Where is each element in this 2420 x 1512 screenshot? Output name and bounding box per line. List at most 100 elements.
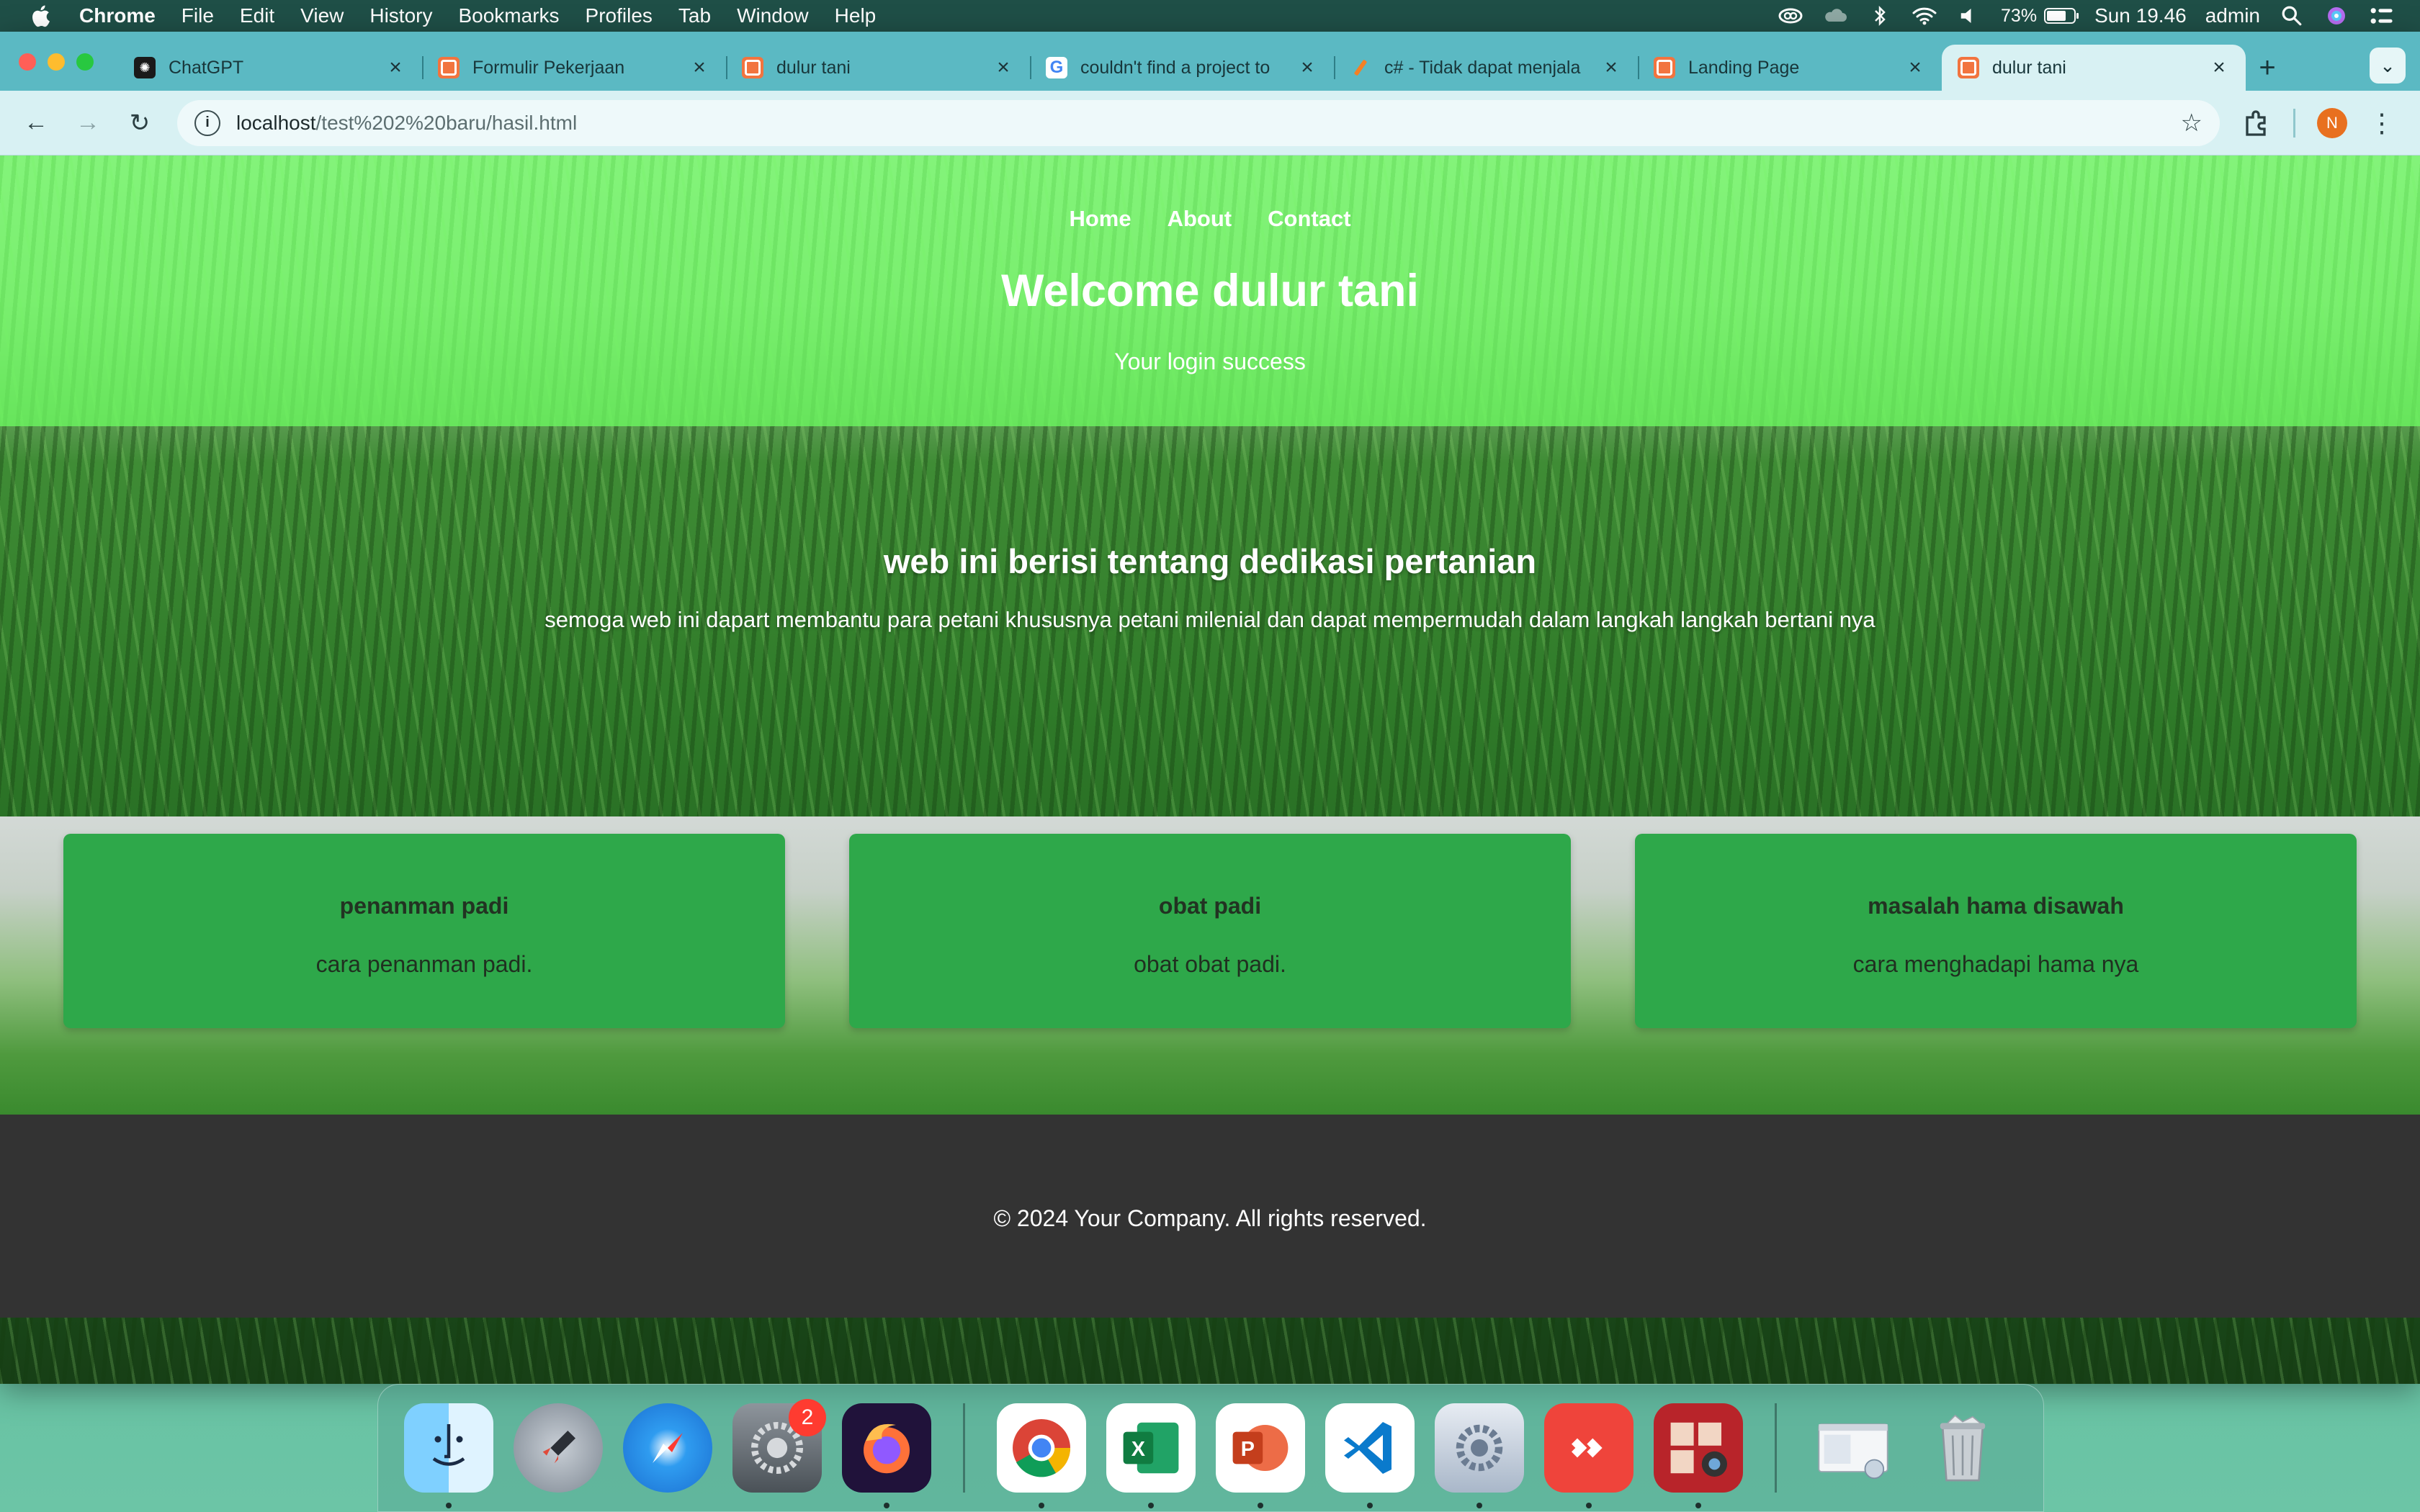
tab-title: ChatGPT [169, 57, 244, 78]
new-tab-button[interactable]: + [2246, 45, 2289, 91]
forward-arrow-icon[interactable]: → [66, 102, 109, 145]
dock-firefox[interactable] [842, 1403, 931, 1508]
tab-close-icon[interactable]: × [385, 55, 406, 79]
menu-edit[interactable]: Edit [240, 4, 274, 27]
tab-close-icon[interactable]: × [992, 55, 1014, 79]
dock-chrome[interactable] [997, 1403, 1086, 1508]
svg-text:P: P [1241, 1438, 1255, 1461]
tab-google-search[interactable]: G couldn't find a project to × [1030, 45, 1334, 91]
siri-icon[interactable] [2323, 5, 2349, 27]
running-indicator [1258, 1503, 1263, 1508]
extensions-puzzle-icon[interactable] [2240, 107, 2272, 139]
preview-window-icon [1809, 1403, 1898, 1493]
tab-list: ✺ ChatGPT × Formulir Pekerjaan × dulur t… [118, 45, 2289, 91]
running-indicator [1476, 1503, 1482, 1508]
running-indicator [1148, 1503, 1154, 1508]
tab-close-icon[interactable]: × [2208, 55, 2230, 79]
dock-safari[interactable] [623, 1403, 712, 1493]
anydesk-icon [1544, 1403, 1634, 1493]
feature-card-penanaman: penanman padi cara penanman padi. [63, 834, 785, 1028]
dock-recent-window[interactable] [1809, 1403, 1898, 1493]
nav-contact-link[interactable]: Contact [1268, 206, 1350, 232]
battery-percent: 73% [2001, 5, 2038, 26]
more-menu-icon[interactable]: ⋮ [2369, 109, 2395, 136]
bluetooth-icon[interactable] [1867, 5, 1893, 27]
apple-menu-icon[interactable] [26, 1, 55, 30]
dock-finder[interactable] [404, 1403, 493, 1508]
tab-landing-page[interactable]: Landing Page × [1638, 45, 1942, 91]
dock-launchpad[interactable] [514, 1403, 603, 1493]
tab-stackoverflow[interactable]: c# - Tidak dapat menjala × [1334, 45, 1638, 91]
excel-icon: X [1106, 1403, 1196, 1493]
dock-xampp-manager[interactable] [1435, 1403, 1524, 1508]
site-info-icon[interactable]: i [194, 109, 220, 136]
minimize-window-button[interactable] [48, 53, 65, 71]
card-text: cara menghadapi hama nya [1852, 951, 2139, 977]
menu-tab[interactable]: Tab [678, 4, 711, 27]
zoom-window-button[interactable] [76, 53, 94, 71]
url-path: /test%202%20baru/hasil.html [315, 111, 578, 134]
menu-history[interactable]: History [369, 4, 432, 27]
toolbar-divider [2293, 108, 2295, 138]
dock-anydesk[interactable] [1544, 1403, 1634, 1508]
running-indicator [1695, 1503, 1701, 1508]
feature-cards: penanman padi cara penanman padi. obat p… [0, 816, 2420, 1028]
battery-status[interactable]: 73% [2001, 5, 2079, 27]
nav-about-link[interactable]: About [1168, 206, 1232, 232]
menu-profiles[interactable]: Profiles [586, 4, 653, 27]
tab-close-icon[interactable]: × [689, 55, 710, 79]
footer-copyright: © 2024 Your Company. All rights reserved… [993, 1205, 1427, 1231]
menubar-user[interactable]: admin [2205, 4, 2260, 27]
menu-file[interactable]: File [182, 4, 214, 27]
bookmark-star-icon[interactable]: ☆ [2181, 109, 2202, 138]
close-window-button[interactable] [19, 53, 36, 71]
dock-system-settings[interactable]: 2 [732, 1399, 826, 1493]
tab-dulur-tani[interactable]: dulur tani × [726, 45, 1030, 91]
site-footer: © 2024 Your Company. All rights reserved… [0, 1115, 2420, 1318]
macos-menu-bar: Chrome File Edit View History Bookmarks … [0, 0, 2420, 32]
tab-title: Formulir Pekerjaan [472, 57, 625, 78]
nav-home-link[interactable]: Home [1069, 206, 1131, 232]
page-bottom-background [0, 1318, 2420, 1384]
dock-divider [963, 1403, 965, 1493]
back-arrow-icon[interactable]: ← [14, 102, 58, 145]
dock-vscode[interactable] [1325, 1403, 1415, 1508]
control-center-icon[interactable] [2368, 5, 2394, 27]
dock-photo-booth[interactable] [1654, 1403, 1743, 1508]
menu-help[interactable]: Help [835, 4, 877, 27]
about-section: web ini berisi tentang dedikasi pertania… [0, 426, 2420, 816]
tab-chatgpt[interactable]: ✺ ChatGPT × [118, 45, 422, 91]
dock-excel[interactable]: X [1106, 1403, 1196, 1508]
volume-icon[interactable] [1956, 5, 1982, 27]
menu-window[interactable]: Window [737, 4, 809, 27]
running-indicator [884, 1503, 889, 1508]
tab-title: dulur tani [776, 57, 851, 78]
tab-close-icon[interactable]: × [1904, 55, 1926, 79]
tab-dulur-tani-active[interactable]: dulur tani × [1942, 45, 2246, 91]
profile-avatar[interactable]: N [2317, 107, 2347, 138]
trash-icon [1918, 1403, 2007, 1493]
powerpoint-icon: P [1216, 1403, 1305, 1493]
dock-powerpoint[interactable]: P [1216, 1403, 1305, 1508]
dock-trash[interactable] [1918, 1403, 2007, 1493]
tab-close-icon[interactable]: × [1600, 55, 1622, 79]
spotlight-search-icon[interactable] [2279, 5, 2305, 27]
tab-search-chevron-icon[interactable]: ⌄ [2370, 48, 2406, 84]
reload-icon[interactable]: ↻ [118, 102, 161, 145]
safari-icon [623, 1403, 712, 1493]
address-bar[interactable]: i localhost/test%202%20baru/hasil.html ☆ [177, 99, 2220, 146]
menu-bookmarks[interactable]: Bookmarks [458, 4, 559, 27]
tab-close-icon[interactable]: × [1296, 55, 1318, 79]
tab-title: Landing Page [1688, 57, 1800, 78]
window-controls [19, 53, 94, 71]
menubar-clock[interactable]: Sun 19.46 [2094, 4, 2187, 27]
creative-cloud-icon[interactable] [1778, 5, 1803, 27]
battery-level-fill [2047, 11, 2066, 21]
cloud-icon[interactable] [1822, 5, 1848, 27]
wifi-icon[interactable] [1912, 5, 1937, 27]
menu-view[interactable]: View [300, 4, 344, 27]
about-text: semoga web ini dapart membantu para peta… [544, 607, 1876, 632]
tab-strip: ✺ ChatGPT × Formulir Pekerjaan × dulur t… [0, 32, 2420, 91]
tab-formulir-pekerjaan[interactable]: Formulir Pekerjaan × [422, 45, 726, 91]
menu-app-name[interactable]: Chrome [79, 4, 156, 27]
